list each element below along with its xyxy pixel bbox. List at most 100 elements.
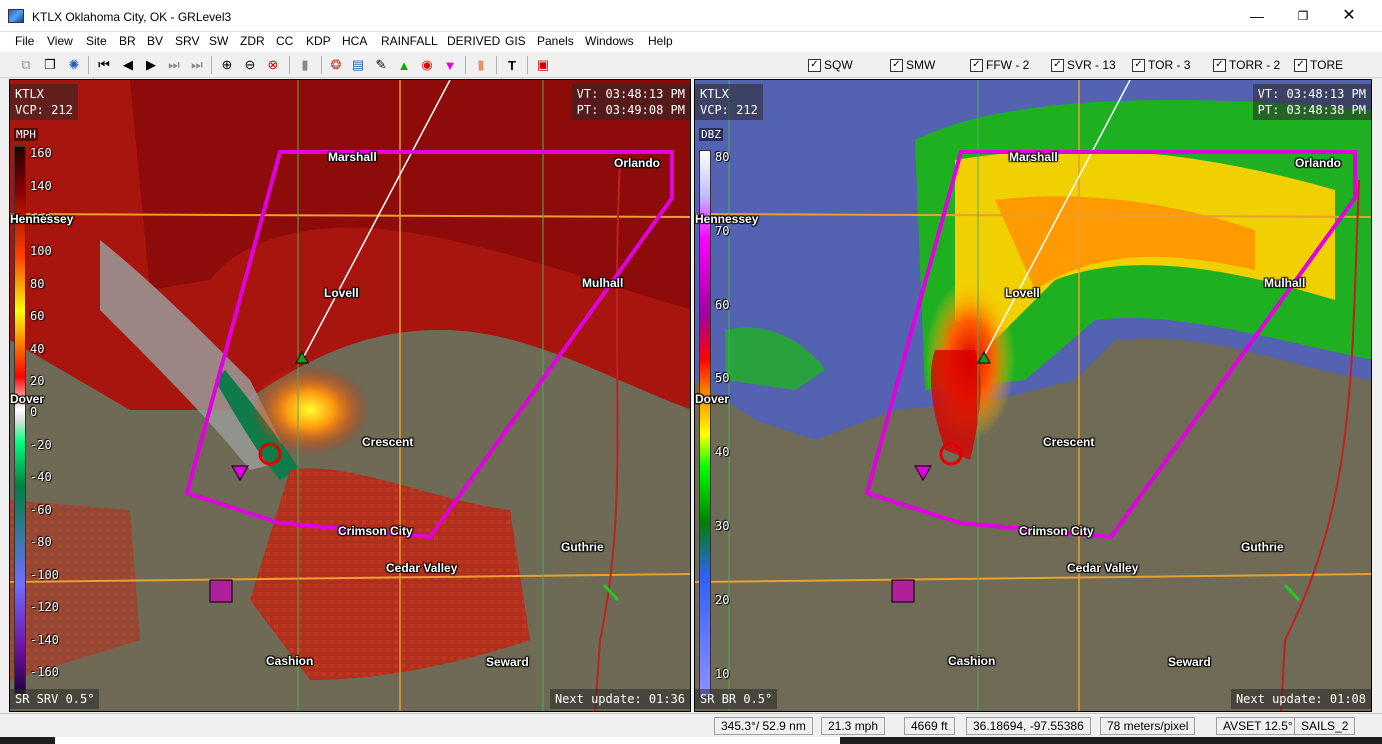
city-mulhall: Mulhall <box>582 276 624 290</box>
br-radar-map <box>695 80 1371 711</box>
srv-legend-neg60: -60 <box>30 503 52 517</box>
city-crimson-city: Crimson City <box>338 524 413 538</box>
menu-file[interactable]: File <box>15 34 34 48</box>
warning-toggle-tore[interactable]: ✓ TORE <box>1294 57 1343 73</box>
next-frame-icon[interactable]: ⏭ <box>164 55 184 75</box>
grid-icon[interactable]: ▤ <box>348 55 368 75</box>
menu-view[interactable]: View <box>47 34 73 48</box>
city-marshall: Marshall <box>1009 150 1058 164</box>
last-frame-icon[interactable]: ⏭ <box>187 55 207 75</box>
zoom-reset-icon[interactable]: ⊗ <box>263 55 283 75</box>
srv-legend-neg120: -120 <box>30 600 59 614</box>
checkbox-tore[interactable]: ✓ <box>1294 58 1307 72</box>
srv-legend-20: 20 <box>30 374 45 388</box>
br-unit-label: DBZ <box>699 128 723 141</box>
record-icon[interactable]: ▣ <box>533 55 553 75</box>
br-legend-20: 20 <box>715 593 730 607</box>
menu-derived[interactable]: DERIVED <box>447 34 500 48</box>
globe-icon[interactable]: ✺ <box>64 55 84 75</box>
srv-legend-neg140: -140 <box>30 633 59 647</box>
city-orlando: Orlando <box>1295 156 1342 170</box>
menu-zdr[interactable]: ZDR <box>240 34 265 48</box>
status-speed: 21.3 mph <box>821 717 886 735</box>
menu-help[interactable]: Help <box>648 34 673 48</box>
play-icon[interactable]: ▶ <box>141 55 161 75</box>
br-valid-time: VT: 03:48:13 PM <box>1257 87 1366 101</box>
title-bar: KTLX Oklahoma City, OK - GRLevel3 — ❐ ✕ <box>0 0 1382 32</box>
city-cedar-valley: Cedar Valley <box>386 561 458 575</box>
menu-rainfall[interactable]: RAINFALL <box>381 34 438 48</box>
city-dover: Dover <box>10 392 45 406</box>
warning-toggle-smw[interactable]: ✓ SMW <box>890 57 935 73</box>
warning-toggle-tor[interactable]: ✓ TOR - 3 <box>1132 57 1190 73</box>
inverted-triangle-icon[interactable]: ▼ <box>440 55 460 75</box>
srv-legend-neg160: -160 <box>30 665 59 679</box>
br-color-legend: 80 70 60 50 40 30 20 10 <box>695 150 747 698</box>
warning-label-tore: TORE <box>1310 58 1344 72</box>
city-crimson-city: Crimson City <box>1019 524 1094 538</box>
status-coordinates: 36.18694, -97.55386 <box>966 717 1091 735</box>
srv-legend-100: 100 <box>30 244 52 258</box>
taskbar-segment <box>55 737 840 744</box>
city-hennessey: Hennessey <box>10 212 74 226</box>
menu-sw[interactable]: SW <box>209 34 228 48</box>
checkbox-sqw[interactable]: ✓ <box>808 58 821 72</box>
warning-label-sqw: SQW <box>824 58 853 72</box>
srv-legend-140: 140 <box>30 179 52 193</box>
triangle-icon[interactable]: ▲ <box>394 55 414 75</box>
prev-frame-icon[interactable]: ◀ <box>118 55 138 75</box>
menu-site[interactable]: Site <box>86 34 107 48</box>
minimize-button[interactable]: — <box>1234 0 1280 32</box>
menu-kdp[interactable]: KDP <box>306 34 331 48</box>
warning-toggle-sqw[interactable]: ✓ SQW <box>808 57 853 73</box>
city-cashion: Cashion <box>266 654 314 668</box>
menu-gis[interactable]: GIS <box>505 34 526 48</box>
srv-legend-60: 60 <box>30 309 45 323</box>
menu-br[interactable]: BR <box>119 34 136 48</box>
text-icon[interactable]: T <box>502 55 522 75</box>
warning-label-ffw: FFW - 2 <box>986 58 1030 72</box>
close-button[interactable]: ✕ <box>1326 0 1372 32</box>
menu-panels[interactable]: Panels <box>537 34 574 48</box>
copy-icon[interactable]: ⧉ <box>16 55 36 75</box>
menu-cc[interactable]: CC <box>276 34 293 48</box>
radar-panel-br[interactable]: DBZ 80 70 60 50 40 30 20 10 KTLX VCP: 21… <box>694 79 1372 712</box>
srv-site-id: KTLX <box>15 87 44 101</box>
srv-next-update: Next update: 01:36 <box>549 689 690 709</box>
menu-hca[interactable]: HCA <box>342 34 367 48</box>
srv-site-info: KTLX VCP: 212 <box>10 84 78 120</box>
br-product-time: PT: 03:48:38 PM <box>1257 103 1366 117</box>
first-frame-icon[interactable]: ⏮ <box>94 55 114 75</box>
city-lovell: Lovell <box>1005 286 1040 300</box>
checkbox-torr[interactable]: ✓ <box>1213 58 1226 72</box>
stop-icon[interactable]: ▮ <box>295 55 315 75</box>
menu-windows[interactable]: Windows <box>585 34 634 48</box>
srv-time-info: VT: 03:48:13 PM PT: 03:49:08 PM <box>571 84 690 120</box>
copy2-icon[interactable]: ❐ <box>40 55 60 75</box>
window-title: KTLX Oklahoma City, OK - GRLevel3 <box>32 10 232 24</box>
srv-legend-neg80: -80 <box>30 535 52 549</box>
checkbox-svr[interactable]: ✓ <box>1051 58 1064 72</box>
srv-legend-160: 160 <box>30 146 52 160</box>
warning-toggle-torr[interactable]: ✓ TORR - 2 <box>1213 57 1280 73</box>
checkbox-smw[interactable]: ✓ <box>890 58 903 72</box>
zoom-in-icon[interactable]: ⊕ <box>217 55 237 75</box>
menu-bv[interactable]: BV <box>147 34 163 48</box>
city-guthrie: Guthrie <box>561 540 604 554</box>
br-product-label: SR BR 0.5° <box>695 689 778 709</box>
storm-tracks-icon[interactable]: ❂ <box>326 55 346 75</box>
menu-srv[interactable]: SRV <box>175 34 199 48</box>
circle-icon[interactable]: ◉ <box>417 55 437 75</box>
city-crescent: Crescent <box>1043 435 1095 449</box>
pen-icon[interactable]: ✎ <box>371 55 391 75</box>
square-icon[interactable]: ▮ <box>471 55 491 75</box>
status-sails: SAILS_2 <box>1294 717 1356 735</box>
warning-toggle-svr[interactable]: ✓ SVR - 13 <box>1051 57 1116 73</box>
maximize-button[interactable]: ❐ <box>1280 0 1326 32</box>
checkbox-tor[interactable]: ✓ <box>1132 58 1145 72</box>
warning-label-tor: TOR - 3 <box>1148 58 1191 72</box>
checkbox-ffw[interactable]: ✓ <box>970 58 983 72</box>
zoom-out-icon[interactable]: ⊖ <box>240 55 260 75</box>
warning-toggle-ffw[interactable]: ✓ FFW - 2 <box>970 57 1029 73</box>
radar-panel-srv[interactable]: MPH 160 140 120 100 80 60 40 20 0 -20 -4… <box>9 79 691 712</box>
